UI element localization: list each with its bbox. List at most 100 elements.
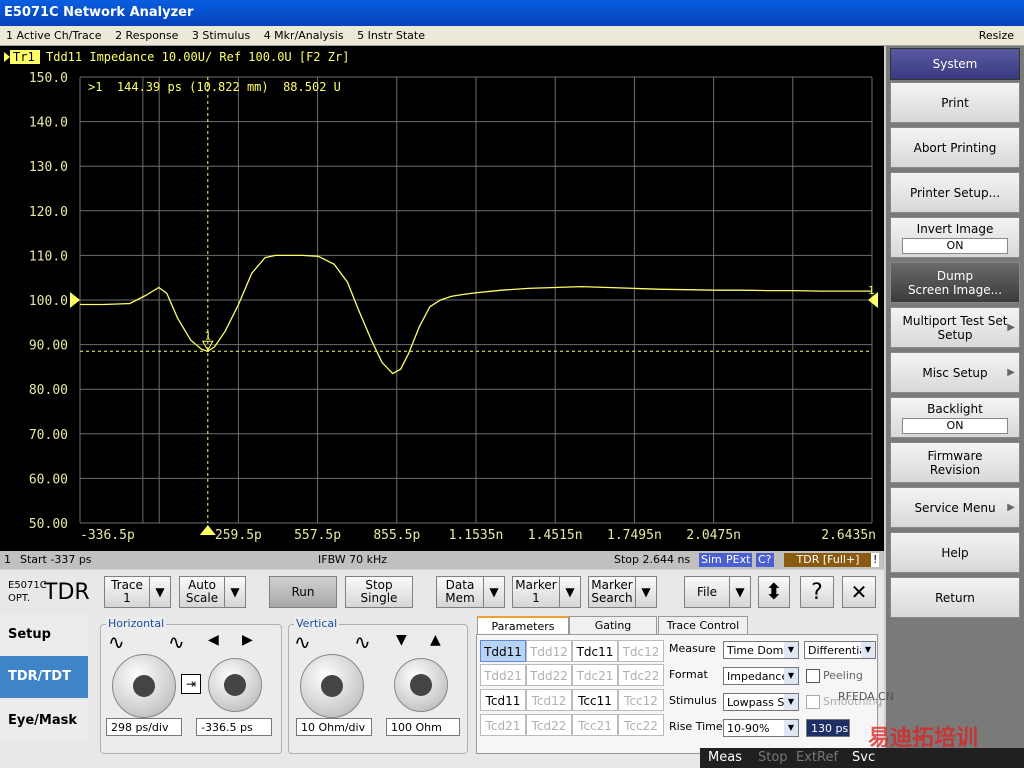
peeling-checkbox[interactable] <box>806 669 820 683</box>
right-arrow-icon[interactable]: ▶ <box>242 632 253 648</box>
x-tick-label: 557.5p <box>294 528 341 543</box>
data-mem-dropdown-icon[interactable]: ▼ <box>483 576 505 608</box>
menu-item-stimulus[interactable]: 3 Stimulus <box>192 29 250 42</box>
horizontal-scale-value[interactable]: 298 ps/div <box>106 718 182 736</box>
trace-plot-area[interactable]: 150.0 140.0 130.0 120.0 110.0 100.0 90.00 80.00… <box>0 46 884 551</box>
param-tcd22[interactable]: Tcd22 <box>526 714 572 736</box>
pext-badge: PExt <box>724 553 753 567</box>
data-mem-button[interactable]: Data Mem <box>436 576 484 608</box>
param-tdd22[interactable]: Tdd22 <box>526 664 572 686</box>
rise-time-select[interactable]: 10-90% ▼ <box>723 719 799 737</box>
softkey-printer-setup[interactable]: Printer Setup... <box>890 172 1020 213</box>
softkey-return[interactable]: Return <box>890 577 1020 618</box>
param-tcc22[interactable]: Tcc22 <box>618 714 664 736</box>
softkey-firmware-revision[interactable]: Firmware Revision <box>890 442 1020 483</box>
param-tdc21[interactable]: Tdc21 <box>572 664 618 686</box>
vertical-scale-knob[interactable] <box>300 654 364 718</box>
param-tcd12[interactable]: Tcd12 <box>526 689 572 711</box>
tab-tdr-tdt[interactable]: TDR/TDT <box>0 656 88 698</box>
softkey-misc-setup[interactable]: Misc Setup ▶ <box>890 352 1020 393</box>
softkey-multiport-test-set-setup[interactable]: Multiport Test Set Setup ▶ <box>890 307 1020 348</box>
menu-item-instr-state[interactable]: 5 Instr State <box>357 29 425 42</box>
up-arrow-icon[interactable]: ▲ <box>430 632 441 648</box>
horizontal-scale-knob[interactable] <box>112 654 176 718</box>
param-tcc12[interactable]: Tcc12 <box>618 689 664 711</box>
menu-item-response[interactable]: 2 Response <box>115 29 178 42</box>
menu-item-active-ch-trace[interactable]: 1 Active Ch/Trace <box>6 29 102 42</box>
smoothing-checkbox[interactable] <box>806 695 820 709</box>
close-button[interactable]: ✕ <box>842 576 876 608</box>
impedance-chart[interactable]: 150.0 140.0 130.0 120.0 110.0 100.0 90.00 80.00… <box>0 46 884 551</box>
left-arrow-icon[interactable]: ◀ <box>208 632 219 648</box>
param-tdd12[interactable]: Tdd12 <box>526 640 572 662</box>
param-tdd21[interactable]: Tdd21 <box>480 664 526 686</box>
status-svc: Svc <box>852 750 876 765</box>
vertical-scale-value[interactable]: 10 Ohm/div <box>296 718 372 736</box>
file-dropdown-icon[interactable]: ▼ <box>729 576 751 608</box>
chevron-down-icon: ▼ <box>784 642 798 658</box>
softkey-dump-screen-image[interactable]: Dump Screen Image... <box>890 262 1020 303</box>
stimulus-select[interactable]: Lowpass St ▼ <box>723 693 799 711</box>
stop-single-button[interactable]: Stop Single <box>345 576 413 608</box>
auto-scale-dropdown-icon[interactable]: ▼ <box>224 576 246 608</box>
auto-scale-button[interactable]: Auto Scale <box>179 576 225 608</box>
softkey-print[interactable]: Print <box>890 82 1020 123</box>
run-button[interactable]: Run <box>269 576 337 608</box>
x-tick-label: 855.5p <box>373 528 420 543</box>
marker-search-dropdown-icon[interactable]: ▼ <box>635 576 657 608</box>
file-button[interactable]: File <box>684 576 730 608</box>
menu-item-mkr-analysis[interactable]: 4 Mkr/Analysis <box>264 29 344 42</box>
x-tick-label: 2.0475n <box>686 528 741 543</box>
tab-gating[interactable]: Gating <box>569 616 657 634</box>
status-meas: Meas <box>708 750 742 765</box>
horizontal-position-value[interactable]: -336.5 ps <box>196 718 272 736</box>
status-extref: ExtRef <box>796 750 839 765</box>
stimulus-label: Stimulus <box>669 694 717 707</box>
chevron-down-icon: ▼ <box>784 668 798 684</box>
param-tcd11[interactable]: Tcd11 <box>480 689 526 711</box>
tab-trace-control[interactable]: Trace Control <box>658 616 748 634</box>
move-panel-icon[interactable]: ⬍ <box>758 576 790 608</box>
peeling-label: Peeling <box>823 669 863 682</box>
tab-eye-mask[interactable]: Eye/Mask <box>0 700 88 742</box>
softkey-backlight[interactable]: Backlight ON <box>890 397 1020 438</box>
marker-dropdown-icon[interactable]: ▼ <box>559 576 581 608</box>
warning-badge: ! <box>871 553 880 567</box>
tab-parameters-label: Parameters <box>491 620 555 633</box>
softkey-invert-image[interactable]: Invert Image ON <box>890 217 1020 258</box>
file-label: File <box>696 584 718 599</box>
rise-time-input[interactable]: 130 ps <box>806 719 850 737</box>
param-tdd11[interactable]: Tdd11 <box>480 640 526 662</box>
trace-dropdown-icon[interactable]: ▼ <box>149 576 171 608</box>
move-to-marker-icon[interactable]: ⇥ <box>181 674 201 694</box>
vertical-reference-value[interactable]: 100 Ohm <box>386 718 460 736</box>
help-button[interactable]: ? <box>800 576 834 608</box>
param-tdc12[interactable]: Tdc12 <box>618 640 664 662</box>
param-tcc11[interactable]: Tcc11 <box>572 689 618 711</box>
param-tcd21[interactable]: Tcd21 <box>480 714 526 736</box>
softkey-help[interactable]: Help <box>890 532 1020 573</box>
softkey-service-menu[interactable]: Service Menu ▶ <box>890 487 1020 528</box>
marker-number: 1 <box>204 329 211 342</box>
measure-select[interactable]: Time Doma ▼ <box>723 641 799 659</box>
measure-mode-value: Differentia <box>808 644 867 657</box>
param-tdc11[interactable]: Tdc11 <box>572 640 618 662</box>
tab-setup[interactable]: Setup <box>0 614 88 656</box>
tab-parameters[interactable]: Parameters <box>477 616 569 634</box>
marker-button[interactable]: Marker 1 <box>512 576 560 608</box>
softkey-label-line2: Revision <box>929 462 981 477</box>
horizontal-position-knob[interactable] <box>208 658 262 712</box>
format-select[interactable]: Impedance ▼ <box>723 667 799 685</box>
resize-button[interactable]: Resize <box>979 26 1014 46</box>
measure-mode-select[interactable]: Differentia ▼ <box>804 641 876 659</box>
param-tdc22[interactable]: Tdc22 <box>618 664 664 686</box>
y-tick-label: 110.0 <box>29 249 68 264</box>
channel-number: 1 <box>4 553 11 566</box>
marker-search-button[interactable]: Marker Search <box>588 576 636 608</box>
trace-select-button[interactable]: Trace 1 <box>104 576 150 608</box>
down-arrow-icon[interactable]: ▼ <box>396 632 407 648</box>
param-tcc21[interactable]: Tcc21 <box>572 714 618 736</box>
softkey-abort-printing[interactable]: Abort Printing <box>890 127 1020 168</box>
vertical-reference-knob[interactable] <box>394 658 448 712</box>
submenu-arrow-icon: ▶ <box>1007 322 1015 333</box>
